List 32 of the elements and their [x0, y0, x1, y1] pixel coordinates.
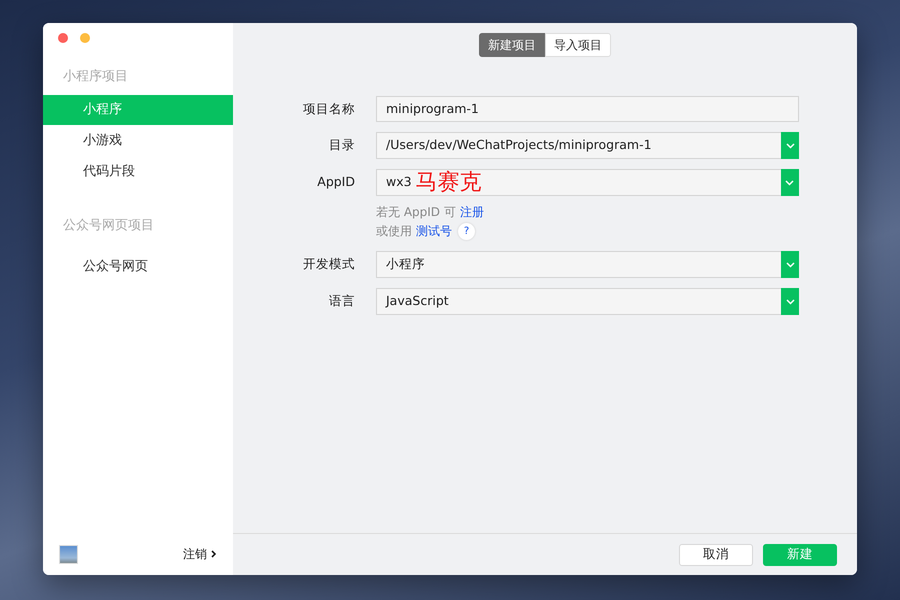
tab[interactable]: 新建项目: [479, 33, 545, 57]
chevron-down-icon: [786, 262, 794, 268]
minimize-button[interactable]: [80, 33, 90, 43]
input-field[interactable]: miniprogram-1: [376, 96, 799, 122]
help-button[interactable]: ?: [458, 223, 475, 240]
field-label: 开发模式: [302, 255, 355, 273]
chevron-down-icon: [786, 298, 794, 304]
dropdown[interactable]: JavaScript: [376, 288, 799, 315]
sidebar-item[interactable]: 小游戏: [43, 126, 233, 156]
link[interactable]: 注册: [460, 204, 484, 221]
sidebar-item[interactable]: 公众号网页: [43, 252, 233, 282]
field-label: 目录: [328, 136, 355, 154]
field-label: 项目名称: [302, 100, 355, 118]
tab[interactable]: 导入项目: [545, 33, 611, 57]
link[interactable]: 测试号: [416, 223, 452, 240]
hint-text: 或使用: [376, 223, 412, 240]
hint-text: 若无 AppID 可: [376, 204, 456, 221]
field-label: AppID: [316, 173, 355, 191]
close-button[interactable]: [58, 33, 68, 43]
cancel-button[interactable]: 取消: [679, 544, 753, 566]
field-label: 语言: [328, 292, 355, 310]
sidebar-item[interactable]: 代码片段: [43, 157, 233, 187]
logout-link[interactable]: 注销: [183, 546, 217, 562]
annotation-text: 马赛克: [416, 170, 482, 195]
chevron-down-icon: [785, 180, 794, 186]
chevron-down-icon: [786, 142, 794, 148]
dropdown[interactable]: 小程序: [376, 251, 799, 278]
dropdown[interactable]: /Users/dev/WeChatProjects/miniprogram-1: [376, 132, 799, 159]
section-heading: 公众号网页项目: [62, 217, 155, 235]
chevron-right-icon: [211, 550, 217, 558]
section-heading: 小程序项目: [62, 68, 129, 86]
avatar-photo[interactable]: [59, 544, 78, 564]
